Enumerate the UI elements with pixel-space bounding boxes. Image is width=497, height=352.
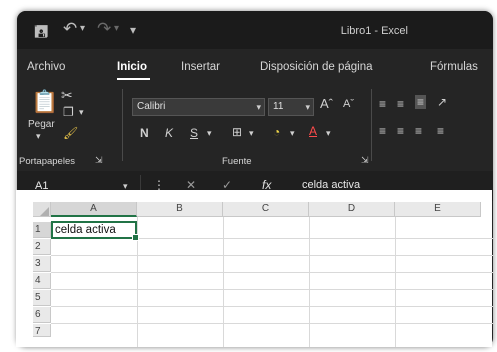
row-header-2[interactable]: 2 [33,239,51,255]
customize-toolbar-icon[interactable]: ▾ [130,23,136,37]
clipboard-launcher-icon[interactable]: ⇲ [95,155,103,166]
save-icon[interactable]: 🖪 [34,19,48,48]
tab-archivo[interactable]: Archivo [27,61,65,73]
tab-formulas[interactable]: Fórmulas [430,61,478,73]
clipboard-group-label: Portapapeles [19,156,75,167]
gridline [309,217,310,347]
align-top-icon[interactable]: ≡ [379,97,386,111]
format-painter-icon[interactable]: 🖌 [63,126,78,140]
increase-font-size-icon[interactable]: Aˆ [320,96,333,111]
row-header-5[interactable]: 5 [33,290,51,306]
borders-icon[interactable]: ⊞ [232,125,242,139]
gridline [51,323,493,324]
ribbon-tabs: Archivo Inicio Insertar Disposición de p… [17,49,493,81]
font-color-icon[interactable]: A [309,124,317,138]
tab-disposicion-pagina[interactable]: Disposición de página [260,61,373,73]
separator [371,89,372,161]
window-title: Libro1 - Excel [340,25,408,37]
tab-insertar[interactable]: Insertar [181,61,220,73]
align-right-icon[interactable]: ≡ [415,124,422,138]
decrease-font-size-icon[interactable]: Aˇ [343,98,354,110]
row-header-4[interactable]: 4 [33,273,51,289]
row-header-7[interactable]: 7 [33,324,51,337]
ribbon-home: 📋 Pegar ▾ ✂ ❐ ▾ 🖌 Calibri ▾ 11 ▾ Aˆ Aˇ N… [17,81,493,171]
undo-dropdown-icon[interactable]: ▾ [80,23,85,34]
gridline [51,306,493,307]
column-header-a[interactable]: A [51,202,137,217]
font-color-dropdown-icon[interactable]: ▾ [326,128,331,139]
copy-icon[interactable]: ❐ [63,105,74,119]
underline-button[interactable]: S [190,126,198,140]
font-size-select[interactable]: 11 ▾ [268,98,314,116]
gridline [51,272,493,273]
font-name-value: Calibri [137,101,166,112]
chevron-down-icon: ▾ [305,102,310,112]
borders-dropdown-icon[interactable]: ▾ [249,128,254,139]
align-center-icon[interactable]: ≡ [397,124,404,138]
row-header-3[interactable]: 3 [33,256,51,272]
font-name-select[interactable]: Calibri ▾ [132,98,265,116]
font-group-label: Fuente [222,156,252,167]
tab-inicio[interactable]: Inicio [117,61,147,73]
redo-dropdown-icon[interactable]: ▾ [114,23,119,34]
column-header-b[interactable]: B [137,202,223,217]
quick-access-toolbar: 🖪 ↶ ▾ ↷ ▾ ▾ Libro1 - Excel [17,11,493,49]
bold-button[interactable]: N [140,126,149,140]
align-bottom-icon[interactable]: ≡ [415,95,427,109]
align-left-icon[interactable]: ≡ [379,124,386,138]
column-header-d[interactable]: D [309,202,395,217]
column-header-c[interactable]: C [223,202,309,217]
italic-button[interactable]: K [165,126,173,140]
gridline [51,255,493,256]
chevron-down-icon: ▾ [256,102,261,112]
gridline [51,289,493,290]
orientation-icon[interactable]: ↗ [437,95,447,109]
fill-color-icon[interactable]: ◔ [273,125,280,139]
underline-dropdown-icon[interactable]: ▾ [207,128,212,139]
paste-dropdown-icon[interactable]: ▾ [36,131,41,142]
undo-icon[interactable]: ↶ [63,19,77,39]
separator [122,89,123,161]
column-header-e[interactable]: E [395,202,481,217]
cut-icon[interactable]: ✂ [61,87,73,104]
redo-icon[interactable]: ↷ [97,19,111,39]
row-header-1[interactable]: 1 [33,222,51,238]
paste-icon[interactable]: 📋 [31,89,58,115]
gridline [395,217,396,347]
select-all-corner[interactable] [33,202,51,217]
gridline [223,217,224,347]
font-size-value: 11 [273,101,284,112]
copy-dropdown-icon[interactable]: ▾ [79,107,84,118]
row-header-6[interactable]: 6 [33,307,51,323]
select-all-triangle-icon [40,207,49,216]
fill-color-dropdown-icon[interactable]: ▾ [290,128,295,139]
active-cell-a1[interactable]: celda activa [51,221,139,241]
active-tab-underline [117,78,150,80]
paste-label[interactable]: Pegar [28,119,55,130]
indent-icon[interactable]: ≡ [437,124,444,138]
cell-a1-value: celda activa [55,224,116,236]
align-middle-icon[interactable]: ≡ [397,97,404,111]
font-launcher-icon[interactable]: ⇲ [361,155,369,166]
fill-handle[interactable] [132,234,139,241]
